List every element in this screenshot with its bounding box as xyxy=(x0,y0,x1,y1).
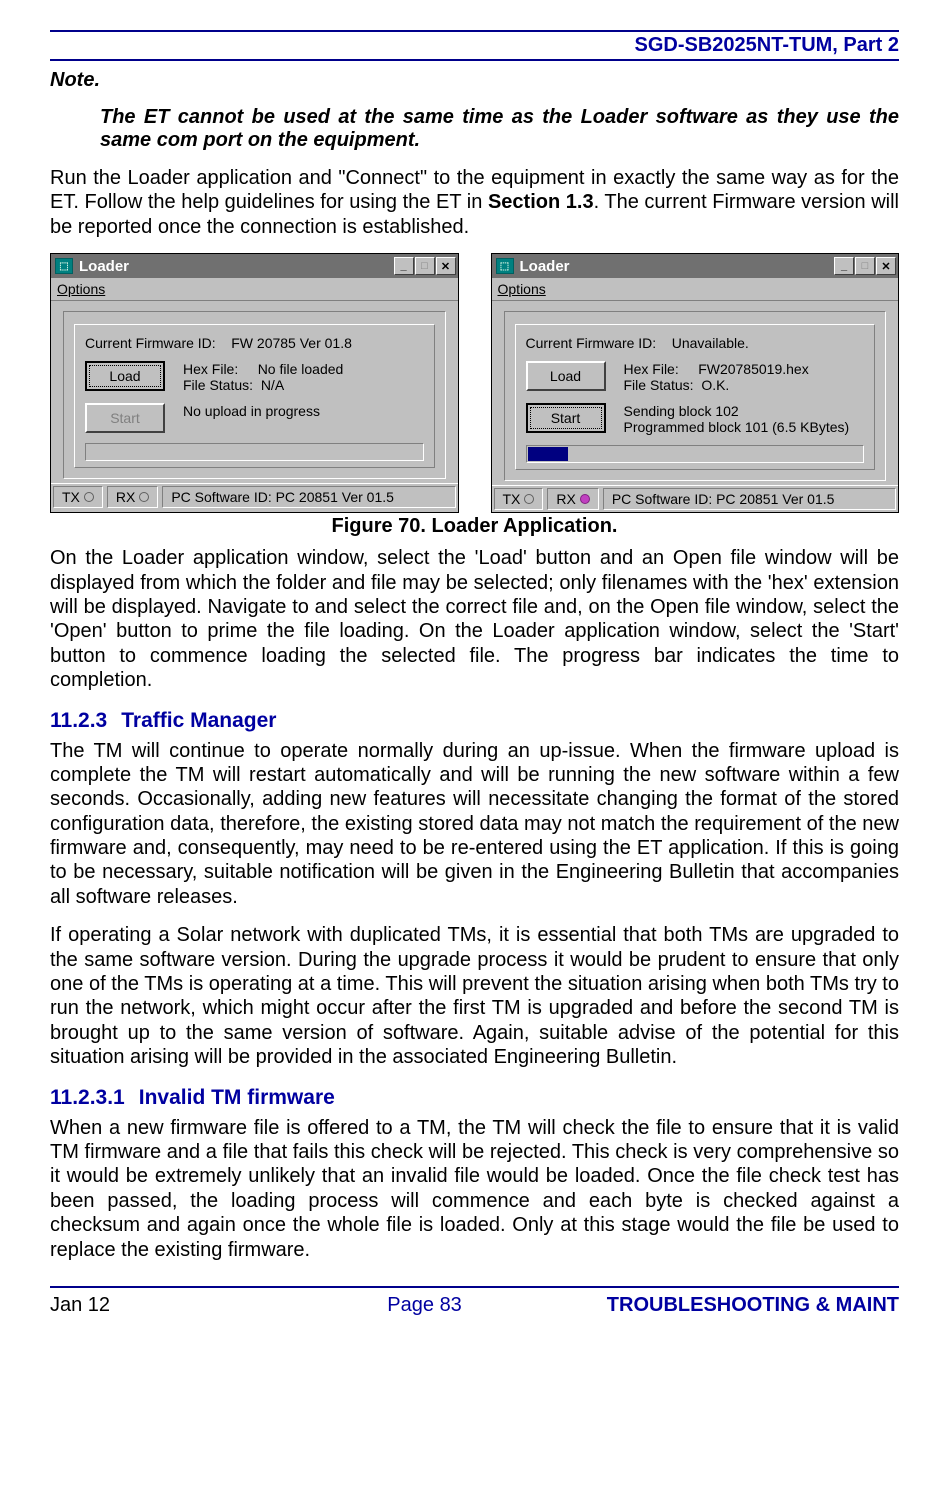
rx-label: RX xyxy=(116,489,135,505)
fw-label: Current Firmware ID: xyxy=(85,335,216,351)
progress-text: No upload in progress xyxy=(183,403,320,419)
file-status-label: File Status: xyxy=(624,377,694,393)
rx-led-icon xyxy=(139,492,149,502)
hex-label: Hex File: xyxy=(624,361,679,377)
file-status-value: O.K. xyxy=(701,377,729,393)
figure-caption: Figure 70. Loader Application. xyxy=(50,515,899,538)
footer-section: TROUBLESHOOTING & MAINT xyxy=(549,1294,899,1317)
footer-page: Page 83 xyxy=(300,1294,550,1317)
loader-window-right: ⬚ Loader _ □ ✕ Options Current Firmware … xyxy=(491,253,900,513)
window-title: Loader xyxy=(520,258,834,275)
pc-software-id: PC Software ID: PC 20851 Ver 01.5 xyxy=(162,486,455,508)
tx-label: TX xyxy=(503,491,521,507)
titlebar[interactable]: ⬚ Loader _ □ ✕ xyxy=(51,254,458,278)
section-title: Invalid TM firmware xyxy=(139,1086,335,1109)
minimize-button[interactable]: _ xyxy=(834,257,854,275)
load-button[interactable]: Load xyxy=(526,361,606,391)
note-label: Note. xyxy=(50,69,899,92)
loader-paragraph: On the Loader application window, select… xyxy=(50,546,899,692)
section-11-2-3-1: 11.2.3.1 Invalid TM firmware xyxy=(50,1086,899,1110)
rx-led-icon xyxy=(580,494,590,504)
invalid-fw-paragraph: When a new firmware file is offered to a… xyxy=(50,1116,899,1262)
rx-label: RX xyxy=(556,491,575,507)
hex-value: FW20785019.hex xyxy=(698,361,809,377)
tx-label: TX xyxy=(62,489,80,505)
hex-value: No file loaded xyxy=(258,361,344,377)
section-number: 11.2.3 xyxy=(50,709,107,732)
minimize-button[interactable]: _ xyxy=(394,257,414,275)
app-icon: ⬚ xyxy=(496,258,514,274)
intro-section-ref: Section 1.3 xyxy=(488,191,594,213)
menu-bar[interactable]: Options xyxy=(492,278,899,301)
section-11-2-3: 11.2.3 Traffic Manager xyxy=(50,709,899,733)
progress-line1: Sending block 102 xyxy=(624,403,850,419)
pc-software-id: PC Software ID: PC 20851 Ver 01.5 xyxy=(603,488,896,510)
section-title: Traffic Manager xyxy=(121,709,276,732)
maximize-button[interactable]: □ xyxy=(855,257,875,275)
doc-header: SGD-SB2025NT-TUM, Part 2 xyxy=(50,34,899,57)
progress-bar xyxy=(85,443,424,461)
progress-line2: Programmed block 101 (6.5 KBytes) xyxy=(624,419,850,435)
close-button[interactable]: ✕ xyxy=(436,257,456,275)
figure-container: ⬚ Loader _ □ ✕ Options Current Firmware … xyxy=(50,253,899,513)
page-footer: Jan 12 Page 83 TROUBLESHOOTING & MAINT xyxy=(50,1294,899,1317)
progress-bar xyxy=(526,445,865,463)
start-button[interactable]: Start xyxy=(526,403,606,433)
tx-led-icon xyxy=(524,494,534,504)
close-button[interactable]: ✕ xyxy=(876,257,896,275)
options-menu[interactable]: Options xyxy=(57,281,105,297)
file-status-value: N/A xyxy=(261,377,284,393)
tm-paragraph-2: If operating a Solar network with duplic… xyxy=(50,923,899,1069)
fw-value: FW 20785 Ver 01.8 xyxy=(231,335,352,351)
footer-date: Jan 12 xyxy=(50,1294,300,1317)
loader-window-left: ⬚ Loader _ □ ✕ Options Current Firmware … xyxy=(50,253,459,513)
window-title: Loader xyxy=(79,258,393,275)
status-bar: TX RX PC Software ID: PC 20851 Ver 01.5 xyxy=(51,483,458,510)
load-button[interactable]: Load xyxy=(85,361,165,391)
tm-paragraph-1: The TM will continue to operate normally… xyxy=(50,739,899,910)
hex-label: Hex File: xyxy=(183,361,238,377)
tx-led-icon xyxy=(84,492,94,502)
section-number: 11.2.3.1 xyxy=(50,1086,125,1109)
fw-label: Current Firmware ID: xyxy=(526,335,657,351)
intro-paragraph: Run the Loader application and "Connect"… xyxy=(50,166,899,239)
titlebar[interactable]: ⬚ Loader _ □ ✕ xyxy=(492,254,899,278)
app-icon: ⬚ xyxy=(55,258,73,274)
status-bar: TX RX PC Software ID: PC 20851 Ver 01.5 xyxy=(492,485,899,512)
menu-bar[interactable]: Options xyxy=(51,278,458,301)
file-status-label: File Status: xyxy=(183,377,253,393)
fw-value: Unavailable. xyxy=(672,335,749,351)
maximize-button[interactable]: □ xyxy=(415,257,435,275)
start-button: Start xyxy=(85,403,165,433)
options-menu[interactable]: Options xyxy=(498,281,546,297)
note-body: The ET cannot be used at the same time a… xyxy=(100,106,899,152)
